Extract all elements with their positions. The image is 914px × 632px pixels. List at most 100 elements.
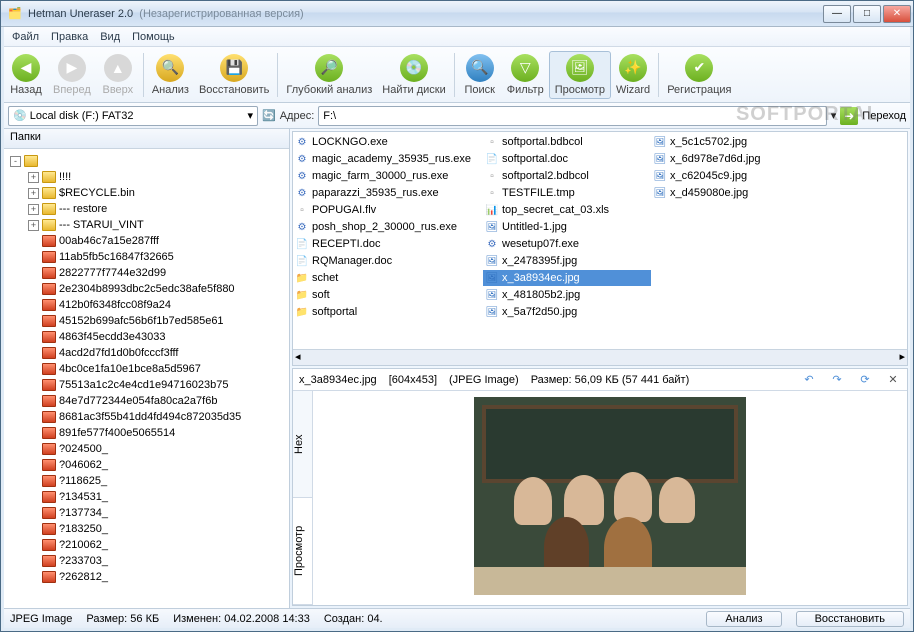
status-analyze-button[interactable]: Анализ [706,611,781,627]
refresh-icon[interactable]: 🔄 [262,109,276,122]
filter-button[interactable]: ▽Фильтр [502,52,549,98]
tree-item[interactable]: ?046062_ [8,457,289,473]
rotate-left-icon[interactable]: ↶ [801,372,817,388]
deep-analyze-button[interactable]: 🔎Глубокий анализ [281,52,377,98]
tree-item[interactable]: 4863f45ecdd3e43033 [8,329,289,345]
folder-tree[interactable]: - +!!!!+$RECYCLE.bin+--- restore+--- STAR… [4,149,289,608]
tree-item[interactable]: 2822777f7744e32d99 [8,265,289,281]
tree-item[interactable]: ?233703_ [8,553,289,569]
tree-item[interactable]: ?210062_ [8,537,289,553]
back-button[interactable]: ◀Назад [4,52,48,98]
expand-icon[interactable]: - [10,156,21,167]
file-item[interactable]: 🖼x_3a8934ec.jpg [483,270,651,286]
go-button[interactable]: ➜ [840,107,858,125]
register-button[interactable]: ✔Регистрация [662,52,736,98]
expand-icon[interactable]: + [28,172,39,183]
file-item[interactable]: 📁soft [293,287,483,303]
tree-item[interactable]: 2e2304b8993dbc2c5edc38afe5f880 [8,281,289,297]
file-icon: 📁 [295,305,309,319]
file-item[interactable]: 🖼x_2478395f.jpg [483,253,651,269]
tab-preview[interactable]: Просмотр [293,498,312,605]
file-item[interactable]: ⚙wesetup07f.exe [483,236,651,252]
file-item[interactable]: ▫softportal2.bdbcol [483,168,651,184]
tree-item[interactable]: 75513a1c2c4e4cd1e94716023b75 [8,377,289,393]
up-button[interactable]: ▲Вверх [96,52,140,98]
tree-item[interactable]: ?183250_ [8,521,289,537]
tree-item[interactable]: ?137734_ [8,505,289,521]
tree-item[interactable]: 8681ac3f55b41dd4fd494c872035d35 [8,409,289,425]
file-item[interactable]: 🖼x_5a7f2d50.jpg [483,304,651,320]
address-field[interactable] [323,110,822,122]
tree-item[interactable]: +!!!! [8,169,289,185]
forward-button[interactable]: ▶Вперед [48,52,96,98]
file-item[interactable]: 🖼Untitled-1.jpg [483,219,651,235]
file-item[interactable]: ▫POPUGAI.flv [293,202,483,218]
tree-item[interactable]: +$RECYCLE.bin [8,185,289,201]
file-item[interactable]: 📄RQManager.doc [293,253,483,269]
file-item[interactable]: ⚙magic_farm_30000_rus.exe [293,168,483,184]
scroll-right-icon[interactable]: ▸ [899,350,905,365]
menu-file[interactable]: Файл [12,31,39,43]
wizard-button[interactable]: ✨Wizard [611,52,655,98]
status-recover-button[interactable]: Восстановить [796,611,904,627]
chevron-down-icon[interactable]: ▾ [831,109,837,122]
file-item[interactable]: ▫softportal.bdbcol [483,134,651,150]
titlebar[interactable]: 🗂️ Hetman Uneraser 2.0 (Незарегистрирова… [1,1,913,27]
recover-button[interactable]: 💾Восстановить [194,52,274,98]
file-item[interactable]: 🖼x_481805b2.jpg [483,287,651,303]
file-item[interactable]: 🖼x_d459080e.jpg [651,185,811,201]
find-disks-button[interactable]: 💿Найти диски [377,52,450,98]
tab-hex[interactable]: Hex [293,391,312,498]
file-item[interactable]: ▫TESTFILE.tmp [483,185,651,201]
tree-item[interactable]: 11ab5fb5c16847f32665 [8,249,289,265]
preview-button[interactable]: 🖼Просмотр [549,51,611,99]
horizontal-scrollbar[interactable]: ◂▸ [293,349,907,365]
menu-edit[interactable]: Правка [51,31,88,43]
drive-combo[interactable]: 💿 Local disk (F:) FAT32 ▾ [8,106,258,126]
file-list[interactable]: ⚙LOCKNGO.exe⚙magic_academy_35935_rus.exe… [292,131,908,366]
minimize-button[interactable]: — [823,5,851,23]
file-item[interactable]: ⚙LOCKNGO.exe [293,134,483,150]
menu-help[interactable]: Помощь [132,31,175,43]
refresh-preview-icon[interactable]: ⟳ [857,372,873,388]
file-item[interactable]: ⚙posh_shop_2_30000_rus.exe [293,219,483,235]
tree-item[interactable]: ?134531_ [8,489,289,505]
file-name: softportal2.bdbcol [502,170,589,182]
tree-item[interactable]: 891fe577f400e5065514 [8,425,289,441]
analyze-button[interactable]: 🔍Анализ [147,52,194,98]
app-icon: 🗂️ [7,6,23,22]
folder-icon [42,283,56,295]
file-item[interactable]: ⚙paparazzi_35935_rus.exe [293,185,483,201]
tree-item[interactable]: 00ab46c7a15e287fff [8,233,289,249]
file-item[interactable]: 🖼x_6d978e7d6d.jpg [651,151,811,167]
file-item[interactable]: 📄RECEPTI.doc [293,236,483,252]
tree-item[interactable]: 412b0f6348fcc08f9a24 [8,297,289,313]
file-item[interactable]: 📁schet [293,270,483,286]
maximize-button[interactable]: □ [853,5,881,23]
file-item[interactable]: 📄softportal.doc [483,151,651,167]
close-preview-icon[interactable]: ✕ [885,372,901,388]
menu-view[interactable]: Вид [100,31,120,43]
expand-icon[interactable]: + [28,220,39,231]
close-button[interactable]: ✕ [883,5,911,23]
file-item[interactable]: 📊top_secret_cat_03.xls [483,202,651,218]
file-item[interactable]: ⚙magic_academy_35935_rus.exe [293,151,483,167]
address-input[interactable] [318,106,827,126]
tree-item[interactable]: +--- restore [8,201,289,217]
tree-item[interactable]: 4acd2d7fd1d0b0fcccf3fff [8,345,289,361]
tree-item[interactable]: ?262812_ [8,569,289,585]
tree-item[interactable]: ?118625_ [8,473,289,489]
file-item[interactable]: 🖼x_c62045c9.jpg [651,168,811,184]
scroll-left-icon[interactable]: ◂ [295,350,301,365]
tree-item[interactable]: ?024500_ [8,441,289,457]
expand-icon[interactable]: + [28,204,39,215]
expand-icon[interactable]: + [28,188,39,199]
tree-item[interactable]: 4bc0ce1fa10e1bce8a5d5967 [8,361,289,377]
file-item[interactable]: 📁softportal [293,304,483,320]
rotate-right-icon[interactable]: ↷ [829,372,845,388]
tree-item[interactable]: +--- STARUI_VINT [8,217,289,233]
tree-item[interactable]: 84e7d772344e054fa80ca2a7f6b [8,393,289,409]
tree-item[interactable]: 45152b699afc56b6f1b7ed585e61 [8,313,289,329]
search-button[interactable]: 🔍Поиск [458,52,502,98]
file-item[interactable]: 🖼x_5c1c5702.jpg [651,134,811,150]
